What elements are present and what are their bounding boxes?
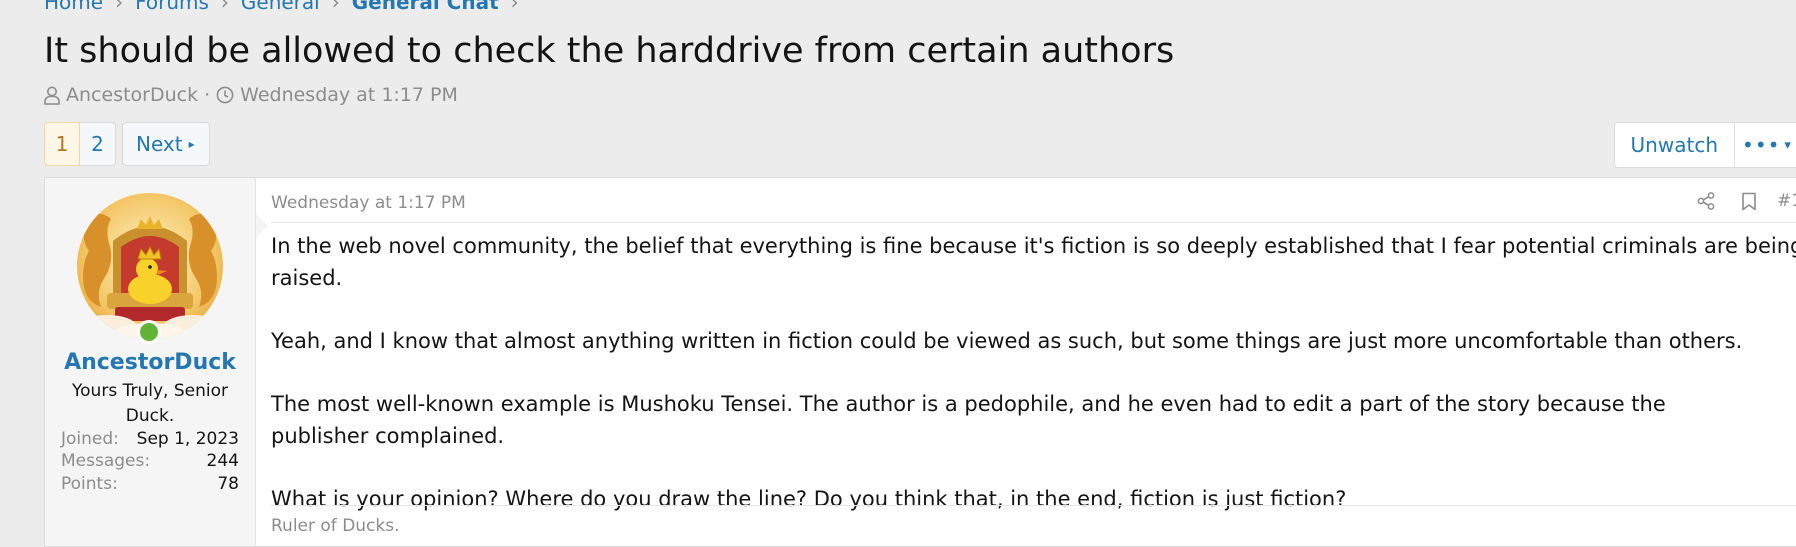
user-stat-joined: Joined: Sep 1, 2023 xyxy=(61,429,239,449)
page-1-button[interactable]: 1 xyxy=(44,122,80,166)
pagination: 1 2 Next ▸ xyxy=(44,122,210,168)
username-link[interactable]: AncestorDuck xyxy=(45,350,255,375)
next-page-button[interactable]: Next ▸ xyxy=(122,122,210,166)
chevron-down-icon: ▾ xyxy=(1784,137,1792,153)
post-body: In the web novel community, the belief t… xyxy=(271,230,1796,546)
post-content: Wednesday at 1:17 PM #1 In the web novel… xyxy=(271,178,1796,546)
post-date-link[interactable]: Wednesday at 1:17 PM xyxy=(271,193,466,213)
breadcrumb-general-chat[interactable]: General Chat xyxy=(352,0,499,14)
breadcrumb: Home › Forums › General › General Chat › xyxy=(44,0,531,14)
clock-icon xyxy=(216,86,234,104)
unwatch-button[interactable]: Unwatch xyxy=(1615,123,1735,167)
user-stat-messages: Messages: 244 xyxy=(61,451,239,471)
user-pane: AncestorDuck Yours Truly, Senior Duck. J… xyxy=(45,178,268,546)
breadcrumb-separator: › xyxy=(331,0,340,14)
bookmark-icon[interactable] xyxy=(1741,192,1757,211)
stat-label: Points: xyxy=(61,474,118,494)
breadcrumb-home[interactable]: Home xyxy=(44,0,103,14)
post-paragraph: The most well-known example is Mushoku T… xyxy=(271,392,1666,448)
thread-actions: Unwatch ••• ▾ xyxy=(1613,122,1796,168)
user-stat-points: Points: 78 xyxy=(61,474,239,494)
signature-divider xyxy=(271,505,1796,506)
breadcrumb-forums[interactable]: Forums xyxy=(135,0,209,14)
post-number-link[interactable]: #1 xyxy=(1777,191,1796,211)
stat-label: Messages: xyxy=(61,451,151,471)
stat-value: 78 xyxy=(217,474,239,494)
user-icon xyxy=(44,86,60,105)
breadcrumb-separator: › xyxy=(115,0,124,14)
thread-meta: AncestorDuck · Wednesday at 1:17 PM xyxy=(44,80,458,110)
next-label: Next xyxy=(136,132,183,156)
post-paragraph: In the web novel community, the belief t… xyxy=(271,234,1796,290)
post-header: Wednesday at 1:17 PM #1 xyxy=(271,178,1796,223)
breadcrumb-separator: › xyxy=(220,0,229,14)
post-paragraph: What is your opinion? Where do you draw … xyxy=(271,487,1347,511)
stat-value: Sep 1, 2023 xyxy=(136,429,239,449)
stat-value: 244 xyxy=(206,451,239,471)
ellipsis-icon: ••• xyxy=(1742,133,1781,157)
thread-date-link[interactable]: Wednesday at 1:17 PM xyxy=(240,84,458,106)
breadcrumb-general[interactable]: General xyxy=(241,0,320,14)
stat-label: Joined: xyxy=(61,429,119,449)
more-options-button[interactable]: ••• ▾ xyxy=(1735,123,1796,167)
post: AncestorDuck Yours Truly, Senior Duck. J… xyxy=(44,177,1796,547)
page-2-button[interactable]: 2 xyxy=(80,122,116,166)
post-header-actions: #1 xyxy=(1675,191,1796,211)
meta-separator: · xyxy=(204,84,211,106)
user-title: Yours Truly, Senior Duck. xyxy=(72,381,228,426)
breadcrumb-separator: › xyxy=(510,0,519,14)
post-paragraph: Yeah, and I know that almost anything wr… xyxy=(271,329,1743,353)
online-status-indicator xyxy=(137,320,161,344)
caret-right-icon: ▸ xyxy=(188,137,195,151)
share-icon[interactable] xyxy=(1697,192,1715,210)
thread-author-link[interactable]: AncestorDuck xyxy=(66,84,198,106)
signature: Ruler of Ducks. xyxy=(271,516,400,536)
page-title: It should be allowed to check the harddr… xyxy=(44,31,1175,71)
avatar[interactable] xyxy=(77,193,223,339)
